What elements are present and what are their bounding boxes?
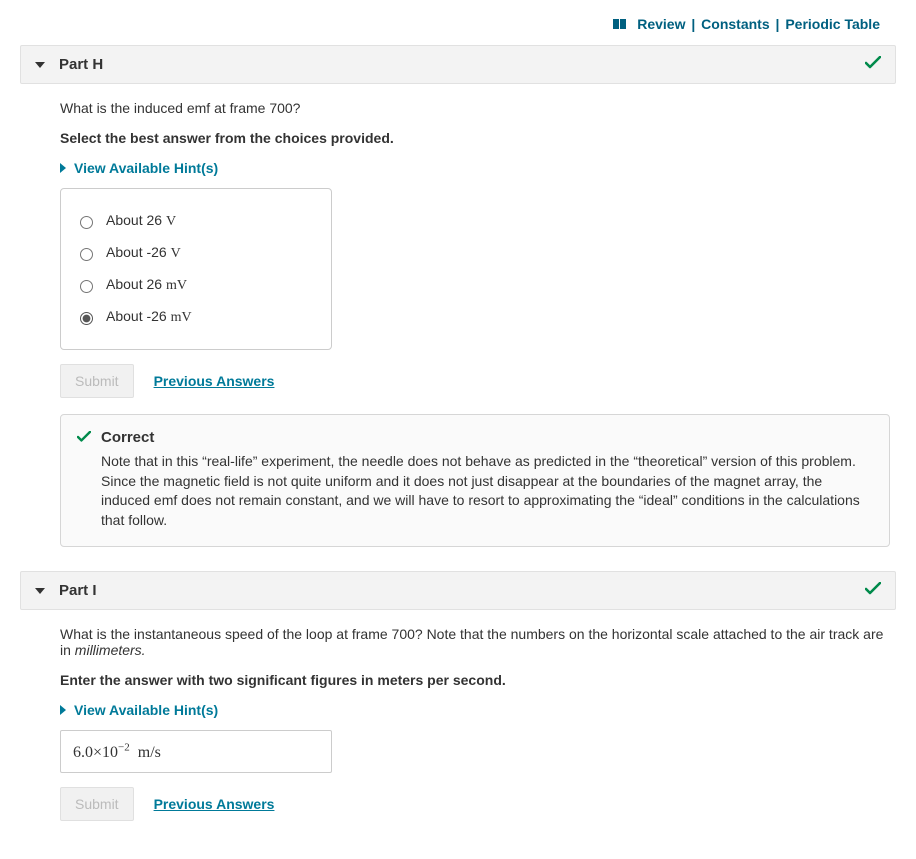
choice-b[interactable]: About -26 V (75, 237, 317, 269)
choice-d[interactable]: About -26 mV (75, 301, 317, 333)
hints-label: View Available Hint(s) (74, 702, 218, 718)
part-h-header[interactable]: Part H (20, 45, 896, 84)
choice-label: About -26 V (106, 244, 181, 262)
part-h-instruction: Select the best answer from the choices … (60, 130, 896, 146)
choice-b-radio[interactable] (80, 248, 93, 261)
submit-button: Submit (60, 787, 134, 821)
choice-a-radio[interactable] (80, 216, 93, 229)
choice-a[interactable]: About 26 V (75, 205, 317, 237)
review-link[interactable]: Review (637, 16, 685, 32)
choice-label: About -26 mV (106, 308, 192, 326)
collapse-caret-icon (35, 62, 45, 68)
part-i-instruction: Enter the answer with two significant fi… (60, 672, 896, 688)
part-h-title: Part H (59, 56, 103, 73)
previous-answers-link[interactable]: Previous Answers (154, 796, 275, 812)
caret-right-icon (60, 705, 66, 715)
view-hints-toggle[interactable]: View Available Hint(s) (60, 160, 896, 176)
choice-box: About 26 V About -26 V About 26 mV About… (60, 188, 332, 350)
hints-label: View Available Hint(s) (74, 160, 218, 176)
choice-label: About 26 V (106, 212, 176, 230)
separator: | (774, 16, 782, 32)
part-i-question: What is the instantaneous speed of the l… (60, 626, 896, 658)
answer-value-box[interactable]: 6.0×10−2 m/s (60, 730, 332, 772)
caret-right-icon (60, 163, 66, 173)
check-icon (77, 430, 91, 446)
part-h-body: What is the induced emf at frame 700? Se… (20, 84, 896, 565)
feedback-title: Correct (101, 429, 154, 446)
answer-value: 6.0×10−2 m/s (73, 744, 161, 761)
previous-answers-link[interactable]: Previous Answers (154, 373, 275, 389)
choice-d-radio[interactable] (80, 312, 93, 325)
check-icon (865, 56, 881, 73)
submit-button: Submit (60, 364, 134, 398)
constants-link[interactable]: Constants (701, 16, 769, 32)
periodic-table-link[interactable]: Periodic Table (785, 16, 880, 32)
part-i-title: Part I (59, 582, 97, 599)
button-row: Submit Previous Answers (60, 787, 896, 821)
choice-label: About 26 mV (106, 276, 187, 294)
collapse-caret-icon (35, 588, 45, 594)
part-i-body: What is the instantaneous speed of the l… (20, 610, 896, 838)
part-i-header[interactable]: Part I (20, 571, 896, 610)
view-hints-toggle[interactable]: View Available Hint(s) (60, 702, 896, 718)
choice-c[interactable]: About 26 mV (75, 269, 317, 301)
check-icon (865, 582, 881, 599)
book-icon (613, 17, 627, 33)
top-links-bar: Review | Constants | Periodic Table (20, 10, 896, 39)
button-row: Submit Previous Answers (60, 364, 896, 398)
separator: | (689, 16, 697, 32)
feedback-box: Correct Note that in this “real-life” ex… (60, 414, 890, 547)
part-h-question: What is the induced emf at frame 700? (60, 100, 896, 116)
choice-c-radio[interactable] (80, 280, 93, 293)
feedback-text: Note that in this “real-life” experiment… (77, 452, 873, 530)
